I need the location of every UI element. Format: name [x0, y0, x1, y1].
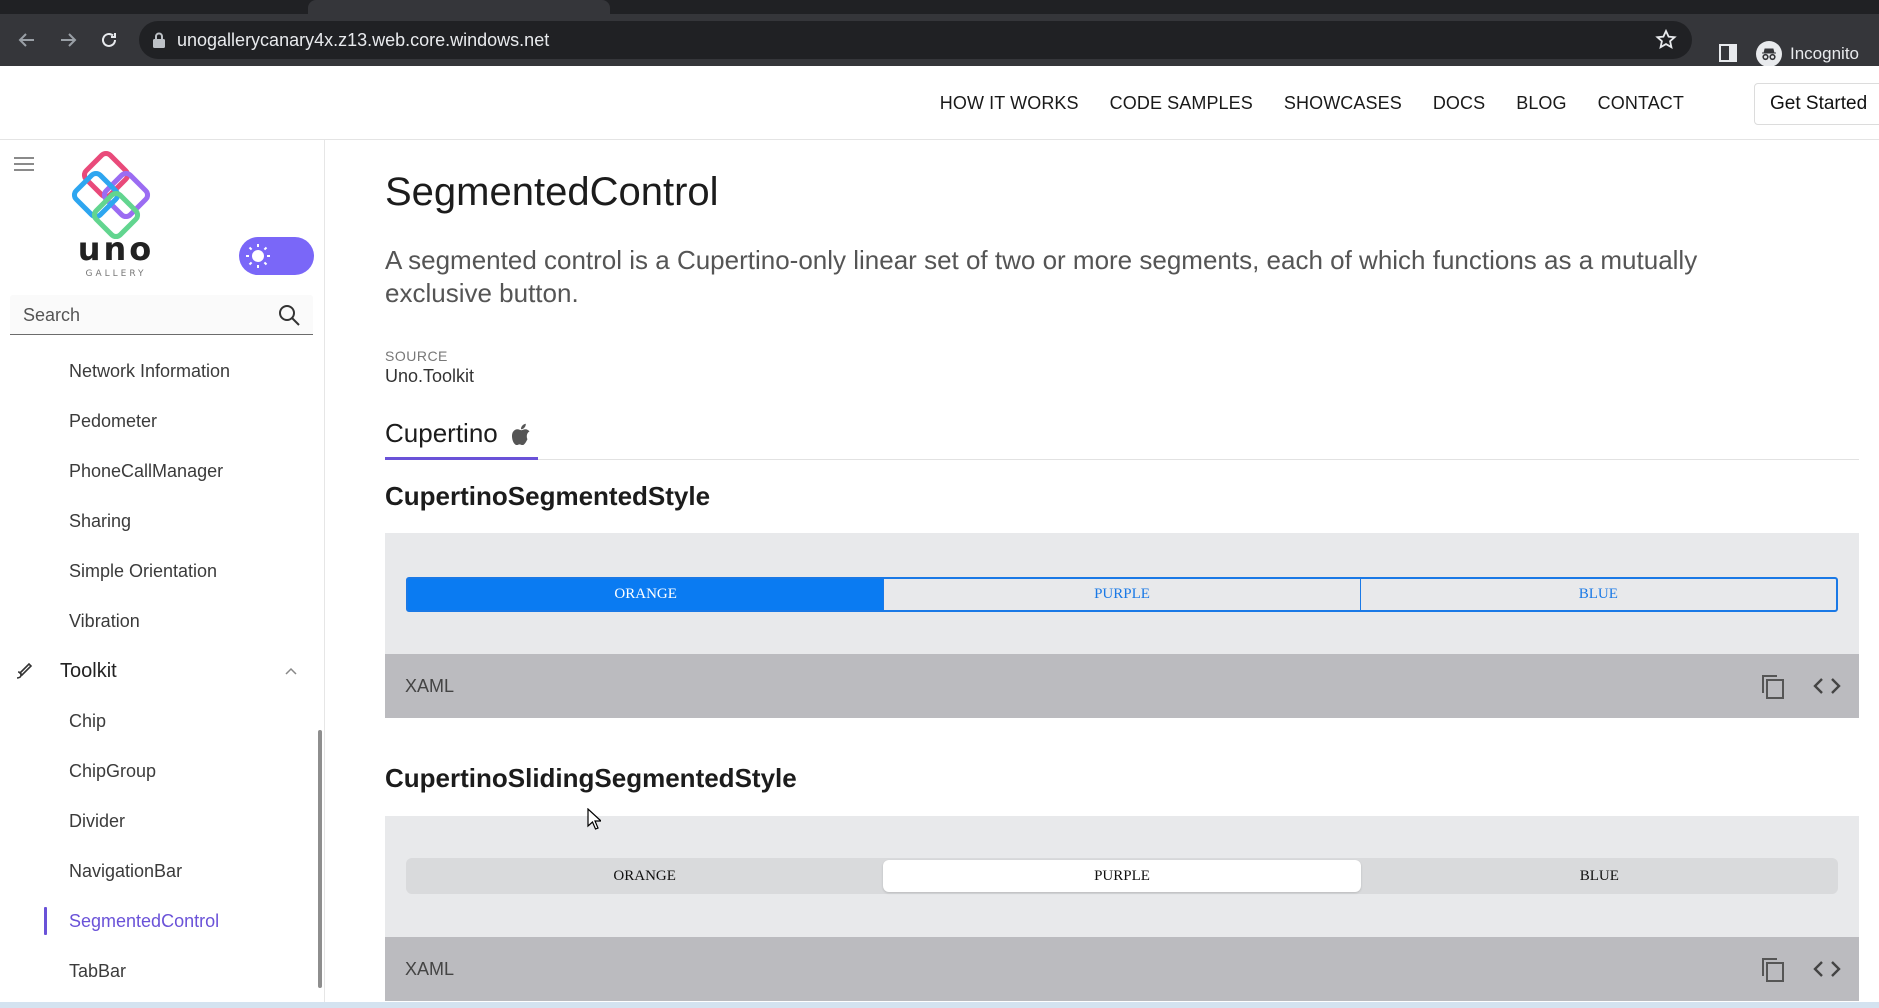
- lock-icon: [153, 32, 165, 48]
- brush-icon: [16, 662, 33, 679]
- sidebar-item-simple-orientation[interactable]: Simple Orientation: [0, 546, 324, 596]
- sidebar-item-divider[interactable]: Divider: [0, 796, 324, 846]
- main-content: SegmentedControl A segmented control is …: [325, 140, 1879, 1002]
- page-description: A segmented control is a Cupertino-only …: [385, 245, 1698, 308]
- nav-code-samples[interactable]: CODE SAMPLES: [1110, 93, 1253, 114]
- arrow-left-icon: [18, 33, 34, 47]
- sidebar-group-toolkit[interactable]: Toolkit: [0, 646, 324, 696]
- side-panel-icon[interactable]: [1718, 43, 1738, 63]
- incognito-icon: [1756, 41, 1782, 67]
- sidebar-item-pedometer[interactable]: Pedometer: [0, 396, 324, 446]
- nav-contact[interactable]: CONTACT: [1598, 93, 1684, 114]
- apple-icon: [511, 423, 530, 445]
- sidebar-item-tabbar[interactable]: TabBar: [0, 946, 324, 996]
- bookmark-star-icon[interactable]: [1654, 28, 1678, 52]
- incognito-profile[interactable]: Incognito: [1756, 40, 1859, 68]
- sidebar-item-vibration[interactable]: Vibration: [0, 596, 324, 646]
- hamburger-menu-icon[interactable]: [14, 157, 34, 171]
- browser-tab-strip: [0, 0, 1879, 14]
- site-header: HOW IT WORKS CODE SAMPLES SHOWCASES DOCS…: [0, 66, 1879, 140]
- sidebar-item-network-information[interactable]: Network Information: [0, 346, 324, 396]
- url-text: unogallerycanary4x.z13.web.core.windows.…: [177, 30, 550, 50]
- segment-blue[interactable]: BLUE: [1361, 858, 1838, 894]
- sidebar-nav-list: Network Information Pedometer PhoneCallM…: [0, 346, 324, 996]
- back-button[interactable]: [13, 26, 41, 54]
- copy-icon[interactable]: [1760, 956, 1786, 982]
- address-bar[interactable]: unogallerycanary4x.z13.web.core.windows.…: [139, 21, 1692, 59]
- sidebar-item-chipgroup[interactable]: ChipGroup: [0, 746, 324, 796]
- sidebar-item-phonecallmanager[interactable]: PhoneCallManager: [0, 446, 324, 496]
- logo-wordmark: uno: [78, 230, 155, 268]
- sliding-segmented-control: ORANGE PURPLE BLUE: [406, 858, 1838, 894]
- sidebar-item-navigationbar[interactable]: NavigationBar: [0, 846, 324, 896]
- sidebar-group-label: Toolkit: [60, 659, 117, 682]
- browser-active-tab[interactable]: [308, 0, 610, 14]
- segment-purple[interactable]: PURPLE: [883, 579, 1359, 610]
- segmented-control: ORANGE PURPLE BLUE: [406, 577, 1838, 612]
- chevron-up-icon[interactable]: [284, 664, 298, 678]
- sidebar-scrollbar[interactable]: [318, 730, 322, 988]
- mouse-cursor-icon: [587, 808, 601, 830]
- copy-icon[interactable]: [1760, 673, 1786, 699]
- segment-purple[interactable]: PURPLE: [883, 860, 1361, 892]
- nav-showcases[interactable]: SHOWCASES: [1284, 93, 1402, 114]
- code-bar-segmented: XAML: [385, 654, 1859, 718]
- search-field: [10, 295, 313, 335]
- logo-subtitle: GALLERY: [85, 269, 146, 278]
- nav-how-it-works[interactable]: HOW IT WORKS: [940, 93, 1079, 114]
- arrow-right-icon: [61, 33, 77, 47]
- get-started-button[interactable]: Get Started: [1754, 83, 1879, 125]
- page-title: SegmentedControl: [385, 170, 719, 214]
- source-label: SOURCE: [385, 348, 448, 364]
- source-value: Uno.Toolkit: [385, 366, 475, 386]
- section-title-sliding: CupertinoSlidingSegmentedStyle: [385, 763, 797, 793]
- demo-panel-segmented: ORANGE PURPLE BLUE: [385, 533, 1859, 654]
- reload-icon: [102, 32, 116, 47]
- uno-gallery-logo[interactable]: uno GALLERY: [65, 150, 167, 279]
- segment-orange[interactable]: ORANGE: [406, 858, 883, 894]
- code-icon[interactable]: [1813, 675, 1841, 697]
- tab-cupertino[interactable]: Cupertino: [385, 410, 538, 460]
- reload-button[interactable]: [95, 26, 123, 54]
- search-input[interactable]: [10, 295, 270, 335]
- segment-blue[interactable]: BLUE: [1359, 579, 1836, 610]
- platform-tabs: Cupertino: [385, 410, 1859, 460]
- browser-toolbar: unogallerycanary4x.z13.web.core.windows.…: [0, 14, 1879, 68]
- sidebar: uno GALLERY Network Information Pedomete…: [0, 140, 325, 1002]
- nav-docs[interactable]: DOCS: [1433, 93, 1485, 114]
- sun-icon: [244, 242, 272, 270]
- profile-label: Incognito: [1790, 44, 1859, 63]
- sidebar-item-segmentedcontrol[interactable]: SegmentedControl: [0, 896, 324, 946]
- search-icon[interactable]: [277, 303, 301, 327]
- code-bar-sliding: XAML: [385, 937, 1859, 1001]
- tab-label: Cupertino: [385, 418, 498, 448]
- bottom-status-strip: [0, 1002, 1879, 1008]
- sidebar-item-sharing[interactable]: Sharing: [0, 496, 324, 546]
- top-navigation: HOW IT WORKS CODE SAMPLES SHOWCASES DOCS…: [940, 66, 1684, 140]
- sidebar-item-chip[interactable]: Chip: [0, 696, 324, 746]
- code-language-label: XAML: [405, 676, 455, 696]
- section-title-segmented: CupertinoSegmentedStyle: [385, 481, 711, 511]
- code-language-label: XAML: [405, 959, 455, 979]
- theme-toggle[interactable]: [239, 237, 314, 275]
- segment-orange[interactable]: ORANGE: [408, 579, 884, 610]
- forward-button[interactable]: [54, 26, 82, 54]
- nav-blog[interactable]: BLOG: [1516, 93, 1566, 114]
- code-icon[interactable]: [1813, 958, 1841, 980]
- demo-panel-sliding: ORANGE PURPLE BLUE: [385, 816, 1859, 937]
